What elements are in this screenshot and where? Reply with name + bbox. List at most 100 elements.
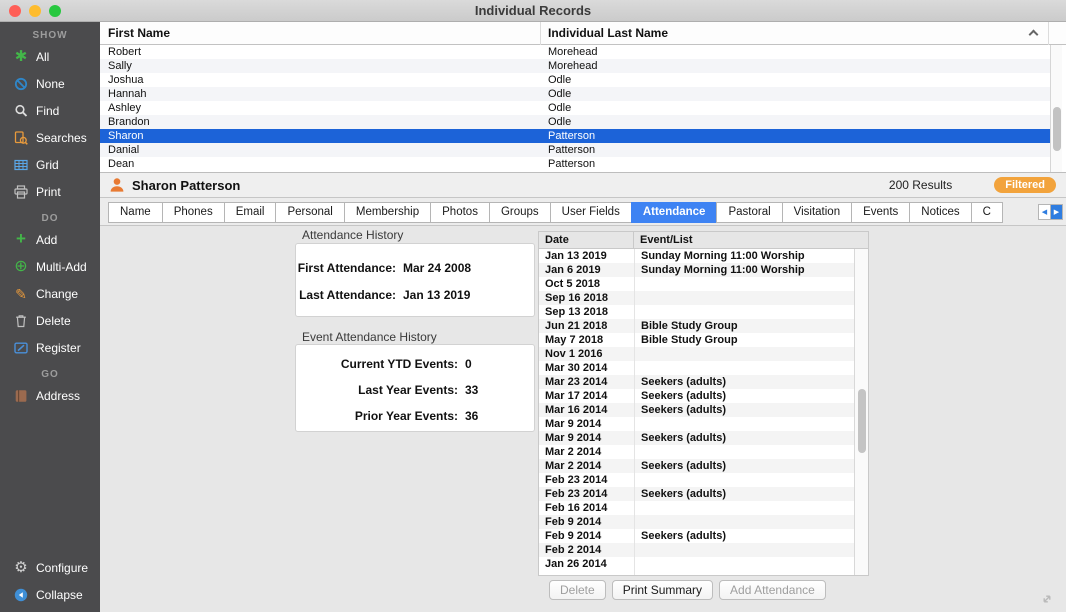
filtered-badge[interactable]: Filtered <box>994 177 1056 193</box>
person-row[interactable]: DanialPatterson <box>100 143 1050 157</box>
tab-attendance[interactable]: Attendance <box>631 202 718 223</box>
attendance-row[interactable]: Mar 17 2014Seekers (adults) <box>539 389 854 403</box>
person-row[interactable]: BrandonOdle <box>100 115 1050 129</box>
attendance-row[interactable]: Jun 21 2018Bible Study Group <box>539 319 854 333</box>
sidebar-item-all[interactable]: ✱All <box>0 43 100 70</box>
attendance-row[interactable]: Mar 16 2014Seekers (adults) <box>539 403 854 417</box>
attendance-row[interactable]: Feb 23 2014Seekers (adults) <box>539 487 854 501</box>
tab-events[interactable]: Events <box>851 202 910 223</box>
scrollbar-thumb[interactable] <box>858 389 866 453</box>
tab-groups[interactable]: Groups <box>489 202 551 223</box>
person-row[interactable]: SharonPatterson <box>100 129 1050 143</box>
attendance-row[interactable]: May 7 2018Bible Study Group <box>539 333 854 347</box>
zoom-button[interactable] <box>49 5 61 17</box>
tab-notices[interactable]: Notices <box>909 202 971 223</box>
people-table-gap <box>1062 45 1066 172</box>
window-title: Individual Records <box>0 0 1066 21</box>
tab-c[interactable]: C <box>971 202 1003 223</box>
sidebar-item-none[interactable]: None <box>0 70 100 97</box>
sidebar-item-address[interactable]: Address <box>0 382 100 409</box>
date-cell: Mar 2 2014 <box>539 460 634 472</box>
attendance-row[interactable]: Mar 2 2014 <box>539 445 854 459</box>
date-cell: Feb 23 2014 <box>539 488 634 500</box>
person-row[interactable]: JoshuaOdle <box>100 73 1050 87</box>
attendance-row[interactable]: Sep 16 2018 <box>539 291 854 305</box>
attendance-row[interactable]: Mar 23 2014Seekers (adults) <box>539 375 854 389</box>
attendance-row[interactable]: Jan 6 2019Sunday Morning 11:00 Worship <box>539 263 854 277</box>
add-attendance-button[interactable]: Add Attendance <box>719 580 826 600</box>
column-header-first-name[interactable]: First Name <box>108 26 170 40</box>
people-table-scrollbar[interactable] <box>1050 45 1062 172</box>
person-row[interactable]: AshleyOdle <box>100 101 1050 115</box>
date-cell: Feb 9 2014 <box>539 516 634 528</box>
attendance-row[interactable]: Mar 9 2014Seekers (adults) <box>539 431 854 445</box>
tab-bar: NamePhonesEmailPersonalMembershipPhotosG… <box>100 198 1066 226</box>
tab-name[interactable]: Name <box>108 202 163 223</box>
sidebar-section-label: GO <box>0 369 100 380</box>
tab-pastoral[interactable]: Pastoral <box>716 202 782 223</box>
sidebar-item-add[interactable]: +Add <box>0 226 100 253</box>
record-header: Sharon Patterson 200 Results Filtered <box>100 172 1066 198</box>
tab-scroll-right-button[interactable]: ▶ <box>1050 204 1063 220</box>
attendance-row[interactable]: Jan 26 2014 <box>539 557 854 571</box>
attendance-row[interactable]: Oct 5 2018 <box>539 277 854 291</box>
close-button[interactable] <box>9 5 21 17</box>
column-header-date[interactable]: Date <box>539 232 634 248</box>
tab-email[interactable]: Email <box>224 202 277 223</box>
attendance-table-header: Date Event/List <box>539 232 868 249</box>
person-row[interactable]: DeanPatterson <box>100 157 1050 171</box>
tab-photos[interactable]: Photos <box>430 202 490 223</box>
scrollbar-thumb[interactable] <box>1053 107 1061 151</box>
attendance-table-scrollbar[interactable] <box>854 249 868 575</box>
attendance-row[interactable]: Mar 9 2014 <box>539 417 854 431</box>
person-row[interactable]: RobertMorehead <box>100 45 1050 59</box>
sidebar-item-configure[interactable]: ⚙Configure <box>0 554 100 581</box>
attendance-row[interactable]: Feb 2 2014 <box>539 543 854 557</box>
sidebar-item-searches[interactable]: Searches <box>0 124 100 151</box>
sidebar-item-print[interactable]: Print <box>0 178 100 205</box>
sidebar-item-collapse[interactable]: Collapse <box>0 581 100 608</box>
sidebar-footer: ⚙Configure Collapse <box>0 554 100 608</box>
summary-value: 0 <box>465 357 472 371</box>
tab-phones[interactable]: Phones <box>162 202 225 223</box>
none-icon <box>12 76 30 92</box>
sidebar-item-delete[interactable]: Delete <box>0 307 100 334</box>
sidebar-item-change[interactable]: ✎Change <box>0 280 100 307</box>
first-name-cell: Hannah <box>100 88 540 100</box>
summary-value: Jan 13 2019 <box>403 288 470 302</box>
trash-icon <box>12 313 30 329</box>
last-name-cell: Odle <box>540 88 1050 100</box>
attendance-row[interactable]: Feb 16 2014 <box>539 501 854 515</box>
sidebar-item-multi-add[interactable]: ⊕Multi-Add <box>0 253 100 280</box>
date-cell: May 7 2018 <box>539 334 634 346</box>
attendance-row[interactable]: Feb 23 2014 <box>539 473 854 487</box>
attendance-row[interactable]: Feb 9 2014Seekers (adults) <box>539 529 854 543</box>
resize-handle-icon[interactable] <box>1040 592 1054 611</box>
event-cell: Seekers (adults) <box>634 376 854 388</box>
attendance-row[interactable]: Jan 13 2019Sunday Morning 11:00 Worship <box>539 249 854 263</box>
tab-user-fields[interactable]: User Fields <box>550 202 632 223</box>
attendance-row[interactable]: Nov 1 2016 <box>539 347 854 361</box>
column-header-last-name[interactable]: Individual Last Name <box>548 26 668 40</box>
tab-visitation[interactable]: Visitation <box>782 202 852 223</box>
attendance-row[interactable]: Mar 30 2014 <box>539 361 854 375</box>
date-cell: Jun 21 2018 <box>539 320 634 332</box>
attendance-row[interactable]: Feb 9 2014 <box>539 515 854 529</box>
attendance-row[interactable]: Sep 13 2018 <box>539 305 854 319</box>
attendance-row[interactable]: Mar 2 2014Seekers (adults) <box>539 459 854 473</box>
sidebar-item-register[interactable]: Register <box>0 334 100 361</box>
tab-membership[interactable]: Membership <box>344 202 431 223</box>
sidebar-item-label: Collapse <box>36 588 83 602</box>
print-summary-button[interactable]: Print Summary <box>612 580 713 600</box>
sidebar-item-grid[interactable]: Grid <box>0 151 100 178</box>
sort-ascending-icon[interactable] <box>1029 30 1039 40</box>
delete-button[interactable]: Delete <box>549 580 606 600</box>
person-row[interactable]: HannahOdle <box>100 87 1050 101</box>
minimize-button[interactable] <box>29 5 41 17</box>
last-name-cell: Morehead <box>540 60 1050 72</box>
column-header-event-list[interactable]: Event/List <box>634 232 868 248</box>
person-row[interactable]: SallyMorehead <box>100 59 1050 73</box>
sidebar-item-find[interactable]: Find <box>0 97 100 124</box>
summary-label: Last Year Events: <box>296 383 458 397</box>
tab-personal[interactable]: Personal <box>275 202 344 223</box>
